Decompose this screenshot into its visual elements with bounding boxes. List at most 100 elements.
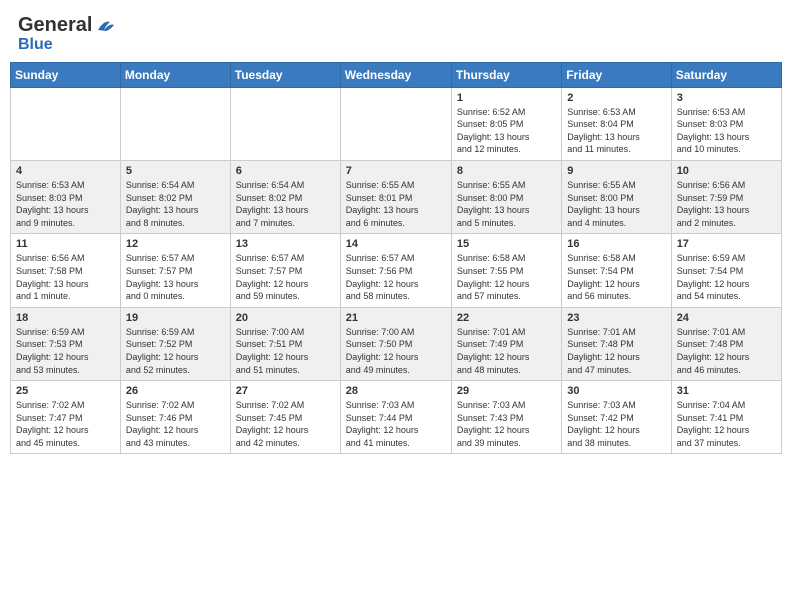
calendar-cell: 14 Sunrise: 6:57 AM Sunset: 7:56 PM Dayli… (340, 234, 451, 307)
calendar-cell: 24 Sunrise: 7:01 AM Sunset: 7:48 PM Dayli… (671, 307, 781, 380)
day-number: 21 (346, 312, 446, 324)
page-header: General Blue (10, 10, 782, 56)
day-number: 7 (346, 165, 446, 177)
day-number: 19 (126, 312, 225, 324)
calendar-cell: 11Sunrise: 6:56 AM Sunset: 7:58 PM Dayli… (11, 234, 121, 307)
calendar-cell: 19Sunrise: 6:59 AM Sunset: 7:52 PM Dayli… (120, 307, 230, 380)
day-number: 11 (16, 238, 115, 250)
calendar-cell: 27Sunrise: 7:02 AM Sunset: 7:45 PM Dayli… (230, 381, 340, 454)
weekday-header-thursday: Thursday (451, 62, 561, 87)
calendar-cell: 7 Sunrise: 6:55 AM Sunset: 8:01 PM Daylig… (340, 160, 451, 233)
day-info: Sunrise: 7:02 AM Sunset: 7:45 PM Dayligh… (236, 399, 335, 449)
day-info: Sunrise: 6:59 AM Sunset: 7:53 PM Dayligh… (16, 326, 115, 376)
weekday-header-monday: Monday (120, 62, 230, 87)
day-number: 26 (126, 385, 225, 397)
day-info: Sunrise: 6:58 AM Sunset: 7:54 PM Dayligh… (567, 252, 665, 302)
day-info: Sunrise: 6:55 AM Sunset: 8:01 PM Dayligh… (346, 179, 446, 229)
calendar-header-row: SundayMondayTuesdayWednesdayThursdayFrid… (11, 62, 782, 87)
calendar-cell: 21Sunrise: 7:00 AM Sunset: 7:50 PM Dayli… (340, 307, 451, 380)
logo: General Blue (18, 14, 118, 54)
weekday-header-tuesday: Tuesday (230, 62, 340, 87)
day-number: 10 (677, 165, 776, 177)
calendar-cell (230, 87, 340, 160)
day-info: Sunrise: 7:01 AM Sunset: 7:48 PM Dayligh… (567, 326, 665, 376)
weekday-header-wednesday: Wednesday (340, 62, 451, 87)
calendar-cell: 9 Sunrise: 6:55 AM Sunset: 8:00 PM Daylig… (562, 160, 671, 233)
day-number: 9 (567, 165, 665, 177)
logo-container: General Blue (18, 14, 118, 54)
calendar-cell: 2 Sunrise: 6:53 AM Sunset: 8:04 PM Daylig… (562, 87, 671, 160)
day-number: 2 (567, 92, 665, 104)
day-number: 29 (457, 385, 556, 397)
day-number: 14 (346, 238, 446, 250)
calendar-cell (11, 87, 121, 160)
day-number: 30 (567, 385, 665, 397)
day-info: Sunrise: 6:52 AM Sunset: 8:05 PM Dayligh… (457, 106, 556, 156)
day-info: Sunrise: 7:02 AM Sunset: 7:46 PM Dayligh… (126, 399, 225, 449)
day-info: Sunrise: 6:56 AM Sunset: 7:59 PM Dayligh… (677, 179, 776, 229)
day-number: 4 (16, 165, 115, 177)
day-number: 12 (126, 238, 225, 250)
day-info: Sunrise: 6:55 AM Sunset: 8:00 PM Dayligh… (457, 179, 556, 229)
day-number: 6 (236, 165, 335, 177)
calendar-cell: 6 Sunrise: 6:54 AM Sunset: 8:02 PM Daylig… (230, 160, 340, 233)
day-number: 25 (16, 385, 115, 397)
day-number: 20 (236, 312, 335, 324)
day-number: 17 (677, 238, 776, 250)
day-info: Sunrise: 7:04 AM Sunset: 7:41 PM Dayligh… (677, 399, 776, 449)
calendar-table: SundayMondayTuesdayWednesdayThursdayFrid… (10, 62, 782, 455)
calendar-week-row: 11Sunrise: 6:56 AM Sunset: 7:58 PM Dayli… (11, 234, 782, 307)
calendar-cell: 29 Sunrise: 7:03 AM Sunset: 7:43 PM Dayli… (451, 381, 561, 454)
logo-blue: Blue (18, 36, 92, 54)
calendar-week-row: 1 Sunrise: 6:52 AM Sunset: 8:05 PM Daylig… (11, 87, 782, 160)
day-number: 16 (567, 238, 665, 250)
day-number: 5 (126, 165, 225, 177)
day-info: Sunrise: 6:55 AM Sunset: 8:00 PM Dayligh… (567, 179, 665, 229)
calendar-cell: 18Sunrise: 6:59 AM Sunset: 7:53 PM Dayli… (11, 307, 121, 380)
logo-general: General (18, 14, 92, 36)
day-info: Sunrise: 6:57 AM Sunset: 7:57 PM Dayligh… (126, 252, 225, 302)
calendar-cell: 10 Sunrise: 6:56 AM Sunset: 7:59 PM Dayli… (671, 160, 781, 233)
day-info: Sunrise: 7:03 AM Sunset: 7:44 PM Dayligh… (346, 399, 446, 449)
day-info: Sunrise: 6:53 AM Sunset: 8:04 PM Dayligh… (567, 106, 665, 156)
day-number: 15 (457, 238, 556, 250)
day-info: Sunrise: 6:53 AM Sunset: 8:03 PM Dayligh… (677, 106, 776, 156)
calendar-cell: 30Sunrise: 7:03 AM Sunset: 7:42 PM Dayli… (562, 381, 671, 454)
day-info: Sunrise: 6:53 AM Sunset: 8:03 PM Dayligh… (16, 179, 115, 229)
day-info: Sunrise: 7:02 AM Sunset: 7:47 PM Dayligh… (16, 399, 115, 449)
calendar-cell: 20Sunrise: 7:00 AM Sunset: 7:51 PM Dayli… (230, 307, 340, 380)
calendar-cell: 1 Sunrise: 6:52 AM Sunset: 8:05 PM Daylig… (451, 87, 561, 160)
day-info: Sunrise: 6:58 AM Sunset: 7:55 PM Dayligh… (457, 252, 556, 302)
calendar-cell: 4 Sunrise: 6:53 AM Sunset: 8:03 PM Daylig… (11, 160, 121, 233)
day-info: Sunrise: 6:54 AM Sunset: 8:02 PM Dayligh… (236, 179, 335, 229)
calendar-week-row: 25 Sunrise: 7:02 AM Sunset: 7:47 PM Dayli… (11, 381, 782, 454)
day-number: 24 (677, 312, 776, 324)
day-number: 28 (346, 385, 446, 397)
day-info: Sunrise: 7:01 AM Sunset: 7:48 PM Dayligh… (677, 326, 776, 376)
calendar-cell: 17 Sunrise: 6:59 AM Sunset: 7:54 PM Dayli… (671, 234, 781, 307)
calendar-cell: 8 Sunrise: 6:55 AM Sunset: 8:00 PM Daylig… (451, 160, 561, 233)
calendar-cell: 25 Sunrise: 7:02 AM Sunset: 7:47 PM Dayli… (11, 381, 121, 454)
calendar-cell: 13Sunrise: 6:57 AM Sunset: 7:57 PM Dayli… (230, 234, 340, 307)
calendar-cell: 22 Sunrise: 7:01 AM Sunset: 7:49 PM Dayli… (451, 307, 561, 380)
day-info: Sunrise: 7:03 AM Sunset: 7:43 PM Dayligh… (457, 399, 556, 449)
calendar-cell: 12 Sunrise: 6:57 AM Sunset: 7:57 PM Dayli… (120, 234, 230, 307)
logo-text-area: General Blue (18, 14, 92, 54)
calendar-cell: 23Sunrise: 7:01 AM Sunset: 7:48 PM Dayli… (562, 307, 671, 380)
day-info: Sunrise: 6:59 AM Sunset: 7:54 PM Dayligh… (677, 252, 776, 302)
day-info: Sunrise: 6:57 AM Sunset: 7:56 PM Dayligh… (346, 252, 446, 302)
calendar-cell (340, 87, 451, 160)
day-number: 13 (236, 238, 335, 250)
calendar-cell: 26 Sunrise: 7:02 AM Sunset: 7:46 PM Dayli… (120, 381, 230, 454)
day-info: Sunrise: 6:54 AM Sunset: 8:02 PM Dayligh… (126, 179, 225, 229)
weekday-header-sunday: Sunday (11, 62, 121, 87)
day-number: 22 (457, 312, 556, 324)
weekday-header-friday: Friday (562, 62, 671, 87)
day-number: 3 (677, 92, 776, 104)
calendar-cell: 31Sunrise: 7:04 AM Sunset: 7:41 PM Dayli… (671, 381, 781, 454)
day-number: 8 (457, 165, 556, 177)
day-info: Sunrise: 7:01 AM Sunset: 7:49 PM Dayligh… (457, 326, 556, 376)
calendar-week-row: 4 Sunrise: 6:53 AM Sunset: 8:03 PM Daylig… (11, 160, 782, 233)
calendar-cell: 28 Sunrise: 7:03 AM Sunset: 7:44 PM Dayli… (340, 381, 451, 454)
day-number: 1 (457, 92, 556, 104)
